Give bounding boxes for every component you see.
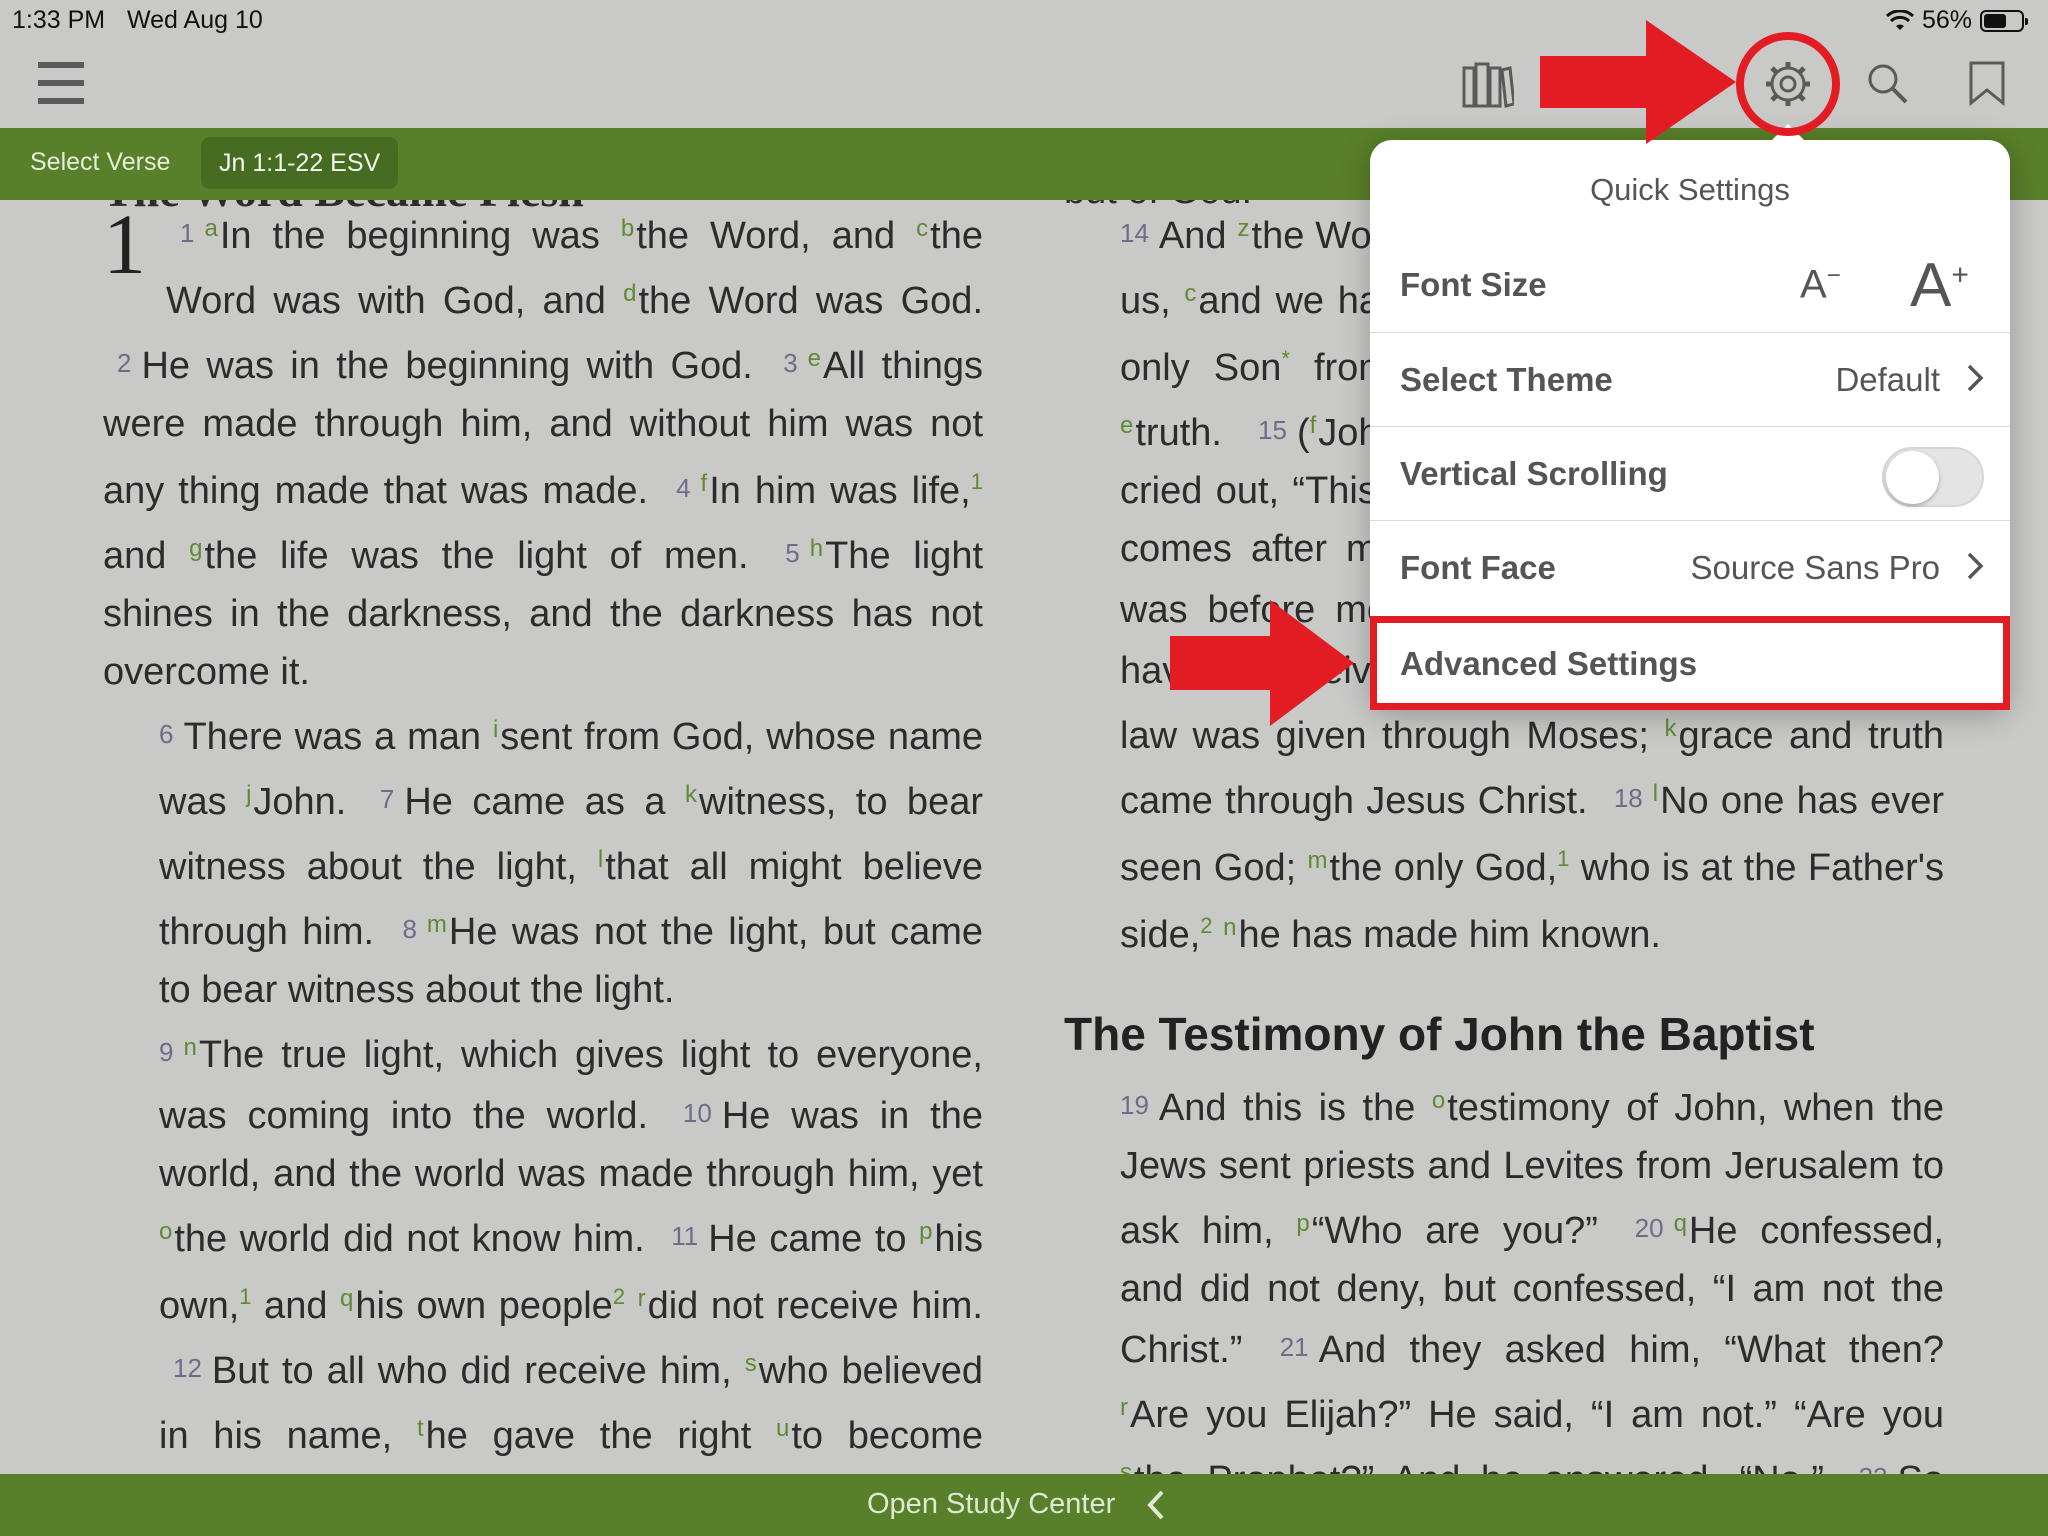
vertical-scrolling-label: Vertical Scrolling	[1400, 455, 1668, 492]
chevron-right-icon	[1967, 364, 1984, 392]
hamburger-menu-icon[interactable]	[38, 62, 84, 104]
vertical-scrolling-toggle[interactable]	[1882, 447, 1984, 507]
open-study-center-button[interactable]: Open Study Center	[867, 1488, 1115, 1521]
left-column: The Word Became Flesh 11aIn the beginnin…	[103, 200, 983, 1474]
font-smaller-glyph: A	[1800, 262, 1827, 307]
chevron-left-icon[interactable]	[1146, 1490, 1166, 1520]
font-smaller-button[interactable]: A−	[1800, 262, 1841, 307]
bottom-bar: Open Study Center	[0, 1474, 2048, 1536]
select-theme-row[interactable]: Select Theme Default	[1370, 332, 2010, 426]
font-size-row: Font Size A− A+	[1370, 238, 2010, 332]
status-time: 1:33 PM	[12, 6, 106, 34]
font-face-value: Source Sans Pro	[1690, 549, 1940, 586]
select-theme-label: Select Theme	[1400, 361, 1613, 398]
toggle-knob	[1886, 451, 1939, 504]
font-larger-glyph: A	[1910, 251, 1952, 320]
font-face-row[interactable]: Font Face Source Sans Pro	[1370, 520, 2010, 614]
bookmark-icon[interactable]	[1968, 60, 2006, 106]
font-face-label: Font Face	[1400, 549, 1556, 586]
status-date: Wed Aug 10	[127, 6, 263, 34]
passage-text: 6 There was a man isent from God, whose n…	[159, 716, 983, 1011]
font-size-label: Font Size	[1400, 266, 1547, 303]
arrow-right-icon	[1170, 600, 1354, 726]
wifi-icon	[1885, 9, 1914, 30]
passage-text: 1 1 aIn the beginning was bthe Word, and c…	[103, 200, 984, 693]
status-right: 56%	[1885, 6, 2028, 35]
font-larger-button[interactable]: A+	[1910, 250, 1969, 321]
reference-pill[interactable]: Jn 1:1-22 ESV	[201, 137, 399, 189]
library-books-icon[interactable]	[1462, 62, 1514, 108]
vertical-scrolling-row: Vertical Scrolling	[1370, 426, 2010, 520]
status-bar: 1:33 PM Wed Aug 10 56%	[0, 0, 2048, 40]
battery-icon	[1980, 9, 2028, 32]
section-heading-cutoff: The Word Became Flesh	[103, 200, 584, 220]
chevron-right-icon	[1967, 552, 1984, 580]
annotation-circle	[1736, 32, 1840, 136]
battery-percent: 56%	[1921, 6, 1972, 34]
annotation-box	[1370, 616, 2010, 710]
passage-text: 19 And this is the otestimony of John, wh…	[1120, 1087, 1944, 1474]
select-verse-button[interactable]: Select Verse	[30, 148, 170, 177]
search-icon[interactable]	[1866, 62, 1908, 104]
arrow-right-icon	[1540, 20, 1736, 144]
select-theme-value: Default	[1835, 361, 1940, 398]
quick-settings-title: Quick Settings	[1590, 172, 1790, 207]
section-heading: The Testimony of John the Baptist	[1064, 1008, 1815, 1060]
passage-text: 9 nThe true light, which gives light to e…	[159, 1034, 983, 1457]
text-cutoff: but of God.	[1064, 200, 1252, 220]
